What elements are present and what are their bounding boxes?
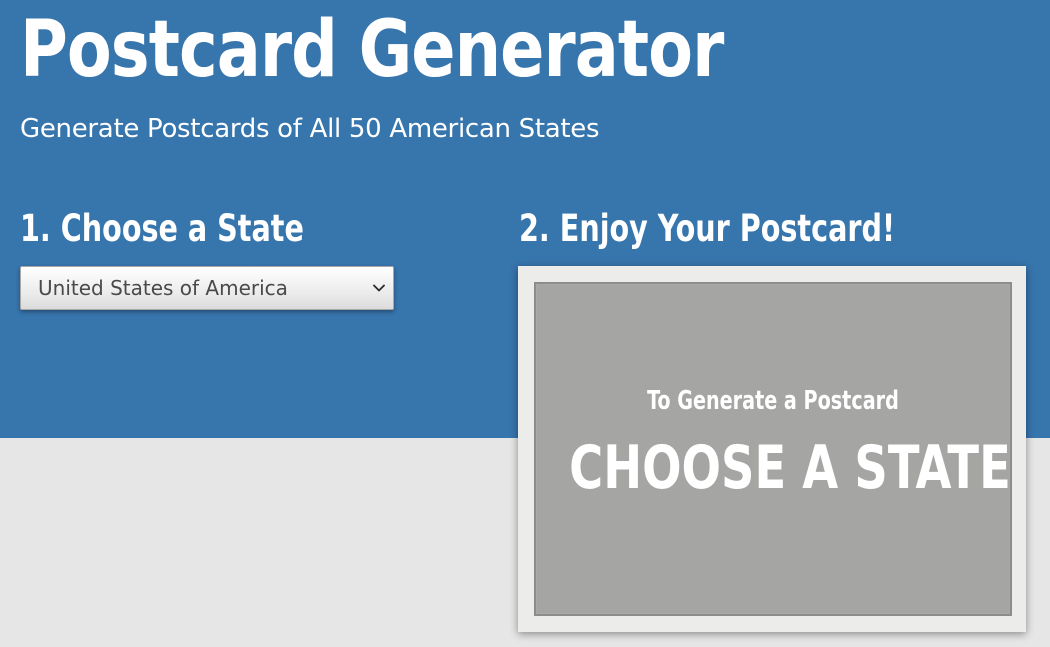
postcard-preview: To Generate a Postcard CHOOSE A STATE [518, 266, 1026, 632]
step-1-heading: 1. Choose a State [20, 207, 304, 250]
chevron-down-icon [373, 284, 385, 292]
postcard-instruction: To Generate a Postcard [647, 386, 899, 416]
page-subtitle: Generate Postcards of All 50 American St… [20, 114, 600, 144]
postcard-call-to-action: CHOOSE A STATE [569, 433, 1011, 503]
state-select[interactable]: United States of America [20, 266, 394, 310]
page: Postcard Generator Generate Postcards of… [0, 0, 1050, 647]
state-select-value: United States of America [38, 276, 288, 300]
postcard-face: To Generate a Postcard CHOOSE A STATE [534, 282, 1012, 616]
step-2-heading: 2. Enjoy Your Postcard! [519, 207, 896, 250]
page-title: Postcard Generator [20, 5, 724, 95]
